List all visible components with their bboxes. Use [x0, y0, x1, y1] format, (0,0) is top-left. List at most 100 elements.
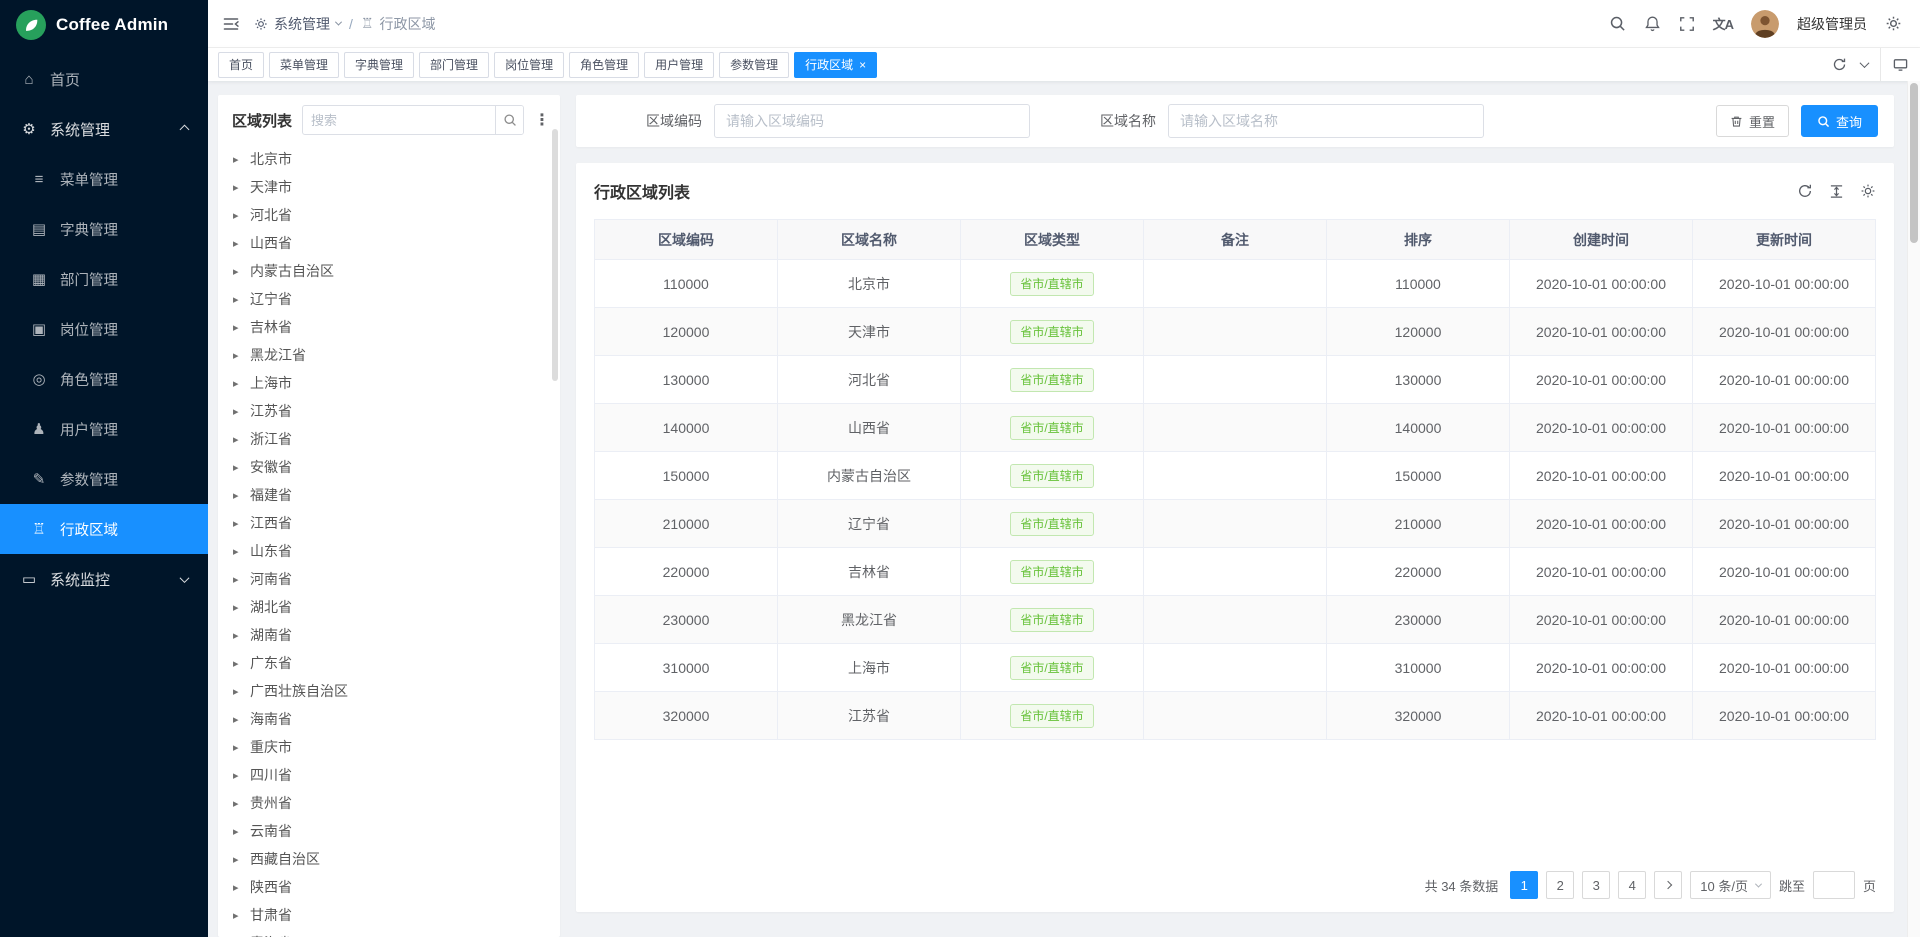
caret-right-icon[interactable]: [233, 797, 243, 810]
caret-right-icon[interactable]: [233, 657, 243, 670]
caret-right-icon[interactable]: [233, 153, 243, 166]
tree-node[interactable]: 黑龙江省: [218, 341, 560, 369]
caret-right-icon[interactable]: [233, 181, 243, 194]
caret-right-icon[interactable]: [233, 685, 243, 698]
tree-node[interactable]: 云南省: [218, 817, 560, 845]
table-row[interactable]: 140000 山西省 省市/直辖市 140000 2020-10-01 00:0…: [595, 404, 1876, 452]
caret-right-icon[interactable]: [233, 601, 243, 614]
region-code-input[interactable]: [714, 104, 1030, 138]
column-header[interactable]: 区域名称: [778, 220, 961, 260]
tab[interactable]: 行政区域 ×: [794, 52, 877, 78]
more-options-icon[interactable]: [534, 110, 550, 130]
tree-node[interactable]: 江西省: [218, 509, 560, 537]
sidebar-subitem[interactable]: ▤ 字典管理: [0, 204, 208, 254]
tree-node[interactable]: 甘肃省: [218, 901, 560, 929]
search-icon[interactable]: [1609, 15, 1626, 32]
page-number-button[interactable]: 2: [1546, 871, 1574, 899]
sidebar-subitem[interactable]: ♟ 用户管理: [0, 404, 208, 454]
tree-node[interactable]: 北京市: [218, 145, 560, 173]
query-button[interactable]: 查询: [1801, 105, 1878, 137]
table-row[interactable]: 320000 江苏省 省市/直辖市 320000 2020-10-01 00:0…: [595, 692, 1876, 740]
caret-right-icon[interactable]: [233, 349, 243, 362]
tree-node[interactable]: 广西壮族自治区: [218, 677, 560, 705]
caret-right-icon[interactable]: [233, 461, 243, 474]
tree-search-input[interactable]: [303, 113, 495, 128]
column-settings-gear-icon[interactable]: [1860, 183, 1876, 199]
column-header[interactable]: 区域类型: [961, 220, 1144, 260]
tree-node[interactable]: 贵州省: [218, 789, 560, 817]
tree-node[interactable]: 上海市: [218, 369, 560, 397]
table-row[interactable]: 220000 吉林省 省市/直辖市 220000 2020-10-01 00:0…: [595, 548, 1876, 596]
page-scrollbar-thumb[interactable]: [1910, 83, 1918, 243]
tab[interactable]: 岗位管理: [494, 52, 564, 78]
region-name-input[interactable]: [1168, 104, 1484, 138]
tab[interactable]: 菜单管理: [269, 52, 339, 78]
caret-right-icon[interactable]: [233, 209, 243, 222]
tree-node[interactable]: 山西省: [218, 229, 560, 257]
column-header[interactable]: 创建时间: [1510, 220, 1693, 260]
app-logo-block[interactable]: Coffee Admin: [0, 0, 208, 50]
caret-right-icon[interactable]: [233, 853, 243, 866]
tree-node[interactable]: 广东省: [218, 649, 560, 677]
table-row[interactable]: 210000 辽宁省 省市/直辖市 210000 2020-10-01 00:0…: [595, 500, 1876, 548]
page-number-button[interactable]: 1: [1510, 871, 1538, 899]
tree-node[interactable]: 浙江省: [218, 425, 560, 453]
caret-right-icon[interactable]: [233, 881, 243, 894]
collapse-sidebar-icon[interactable]: [222, 15, 240, 33]
caret-right-icon[interactable]: [233, 909, 243, 922]
sidebar-item-monitor[interactable]: ▭ 系统监控: [0, 554, 208, 604]
tab-close-icon[interactable]: ×: [859, 59, 866, 71]
tab[interactable]: 参数管理: [719, 52, 789, 78]
sidebar-item-system[interactable]: ⚙ 系统管理: [0, 104, 208, 154]
breadcrumb-system[interactable]: 系统管理: [254, 14, 341, 34]
row-density-icon[interactable]: [1829, 184, 1844, 199]
column-header[interactable]: 更新时间: [1693, 220, 1876, 260]
settings-gear-icon[interactable]: [1885, 15, 1902, 32]
caret-right-icon[interactable]: [233, 405, 243, 418]
page-number-button[interactable]: 4: [1618, 871, 1646, 899]
column-header[interactable]: 排序: [1327, 220, 1510, 260]
tree-node[interactable]: 安徽省: [218, 453, 560, 481]
fullscreen-icon[interactable]: [1679, 16, 1695, 32]
caret-right-icon[interactable]: [233, 265, 243, 278]
caret-right-icon[interactable]: [233, 517, 243, 530]
caret-right-icon[interactable]: [233, 489, 243, 502]
caret-right-icon[interactable]: [233, 573, 243, 586]
tab[interactable]: 用户管理: [644, 52, 714, 78]
refresh-table-icon[interactable]: [1797, 183, 1813, 199]
caret-right-icon[interactable]: [233, 825, 243, 838]
tree-node[interactable]: 四川省: [218, 761, 560, 789]
table-row[interactable]: 310000 上海市 省市/直辖市 310000 2020-10-01 00:0…: [595, 644, 1876, 692]
tree-node[interactable]: 重庆市: [218, 733, 560, 761]
translate-icon[interactable]: 文A: [1713, 14, 1733, 33]
table-row[interactable]: 110000 北京市 省市/直辖市 110000 2020-10-01 00:0…: [595, 260, 1876, 308]
caret-right-icon[interactable]: [233, 237, 243, 250]
tree-node[interactable]: 湖南省: [218, 621, 560, 649]
next-page-button[interactable]: [1654, 871, 1682, 899]
tree-node[interactable]: 辽宁省: [218, 285, 560, 313]
jump-to-page-input[interactable]: [1813, 871, 1855, 899]
username[interactable]: 超级管理员: [1797, 14, 1867, 34]
tree-node[interactable]: 河北省: [218, 201, 560, 229]
page-number-button[interactable]: 3: [1582, 871, 1610, 899]
column-header[interactable]: 备注: [1144, 220, 1327, 260]
page-size-select[interactable]: 10 条/页: [1690, 871, 1771, 899]
caret-right-icon[interactable]: [233, 433, 243, 446]
tab[interactable]: 角色管理: [569, 52, 639, 78]
content-screen-icon[interactable]: [1880, 48, 1920, 81]
caret-right-icon[interactable]: [233, 545, 243, 558]
tree-node[interactable]: 青海省: [218, 929, 560, 937]
tree-node[interactable]: 西藏自治区: [218, 845, 560, 873]
table-row[interactable]: 150000 内蒙古自治区 省市/直辖市 150000 2020-10-01 0…: [595, 452, 1876, 500]
caret-right-icon[interactable]: [233, 293, 243, 306]
avatar[interactable]: [1751, 10, 1779, 38]
caret-right-icon[interactable]: [233, 713, 243, 726]
caret-right-icon[interactable]: [233, 769, 243, 782]
page-scrollbar[interactable]: [1907, 81, 1920, 937]
caret-right-icon[interactable]: [233, 321, 243, 334]
reset-button[interactable]: 重置: [1716, 105, 1789, 137]
tree-node[interactable]: 吉林省: [218, 313, 560, 341]
tree-node[interactable]: 河南省: [218, 565, 560, 593]
sidebar-subitem[interactable]: ◎ 角色管理: [0, 354, 208, 404]
tree-search-button[interactable]: [495, 106, 523, 134]
